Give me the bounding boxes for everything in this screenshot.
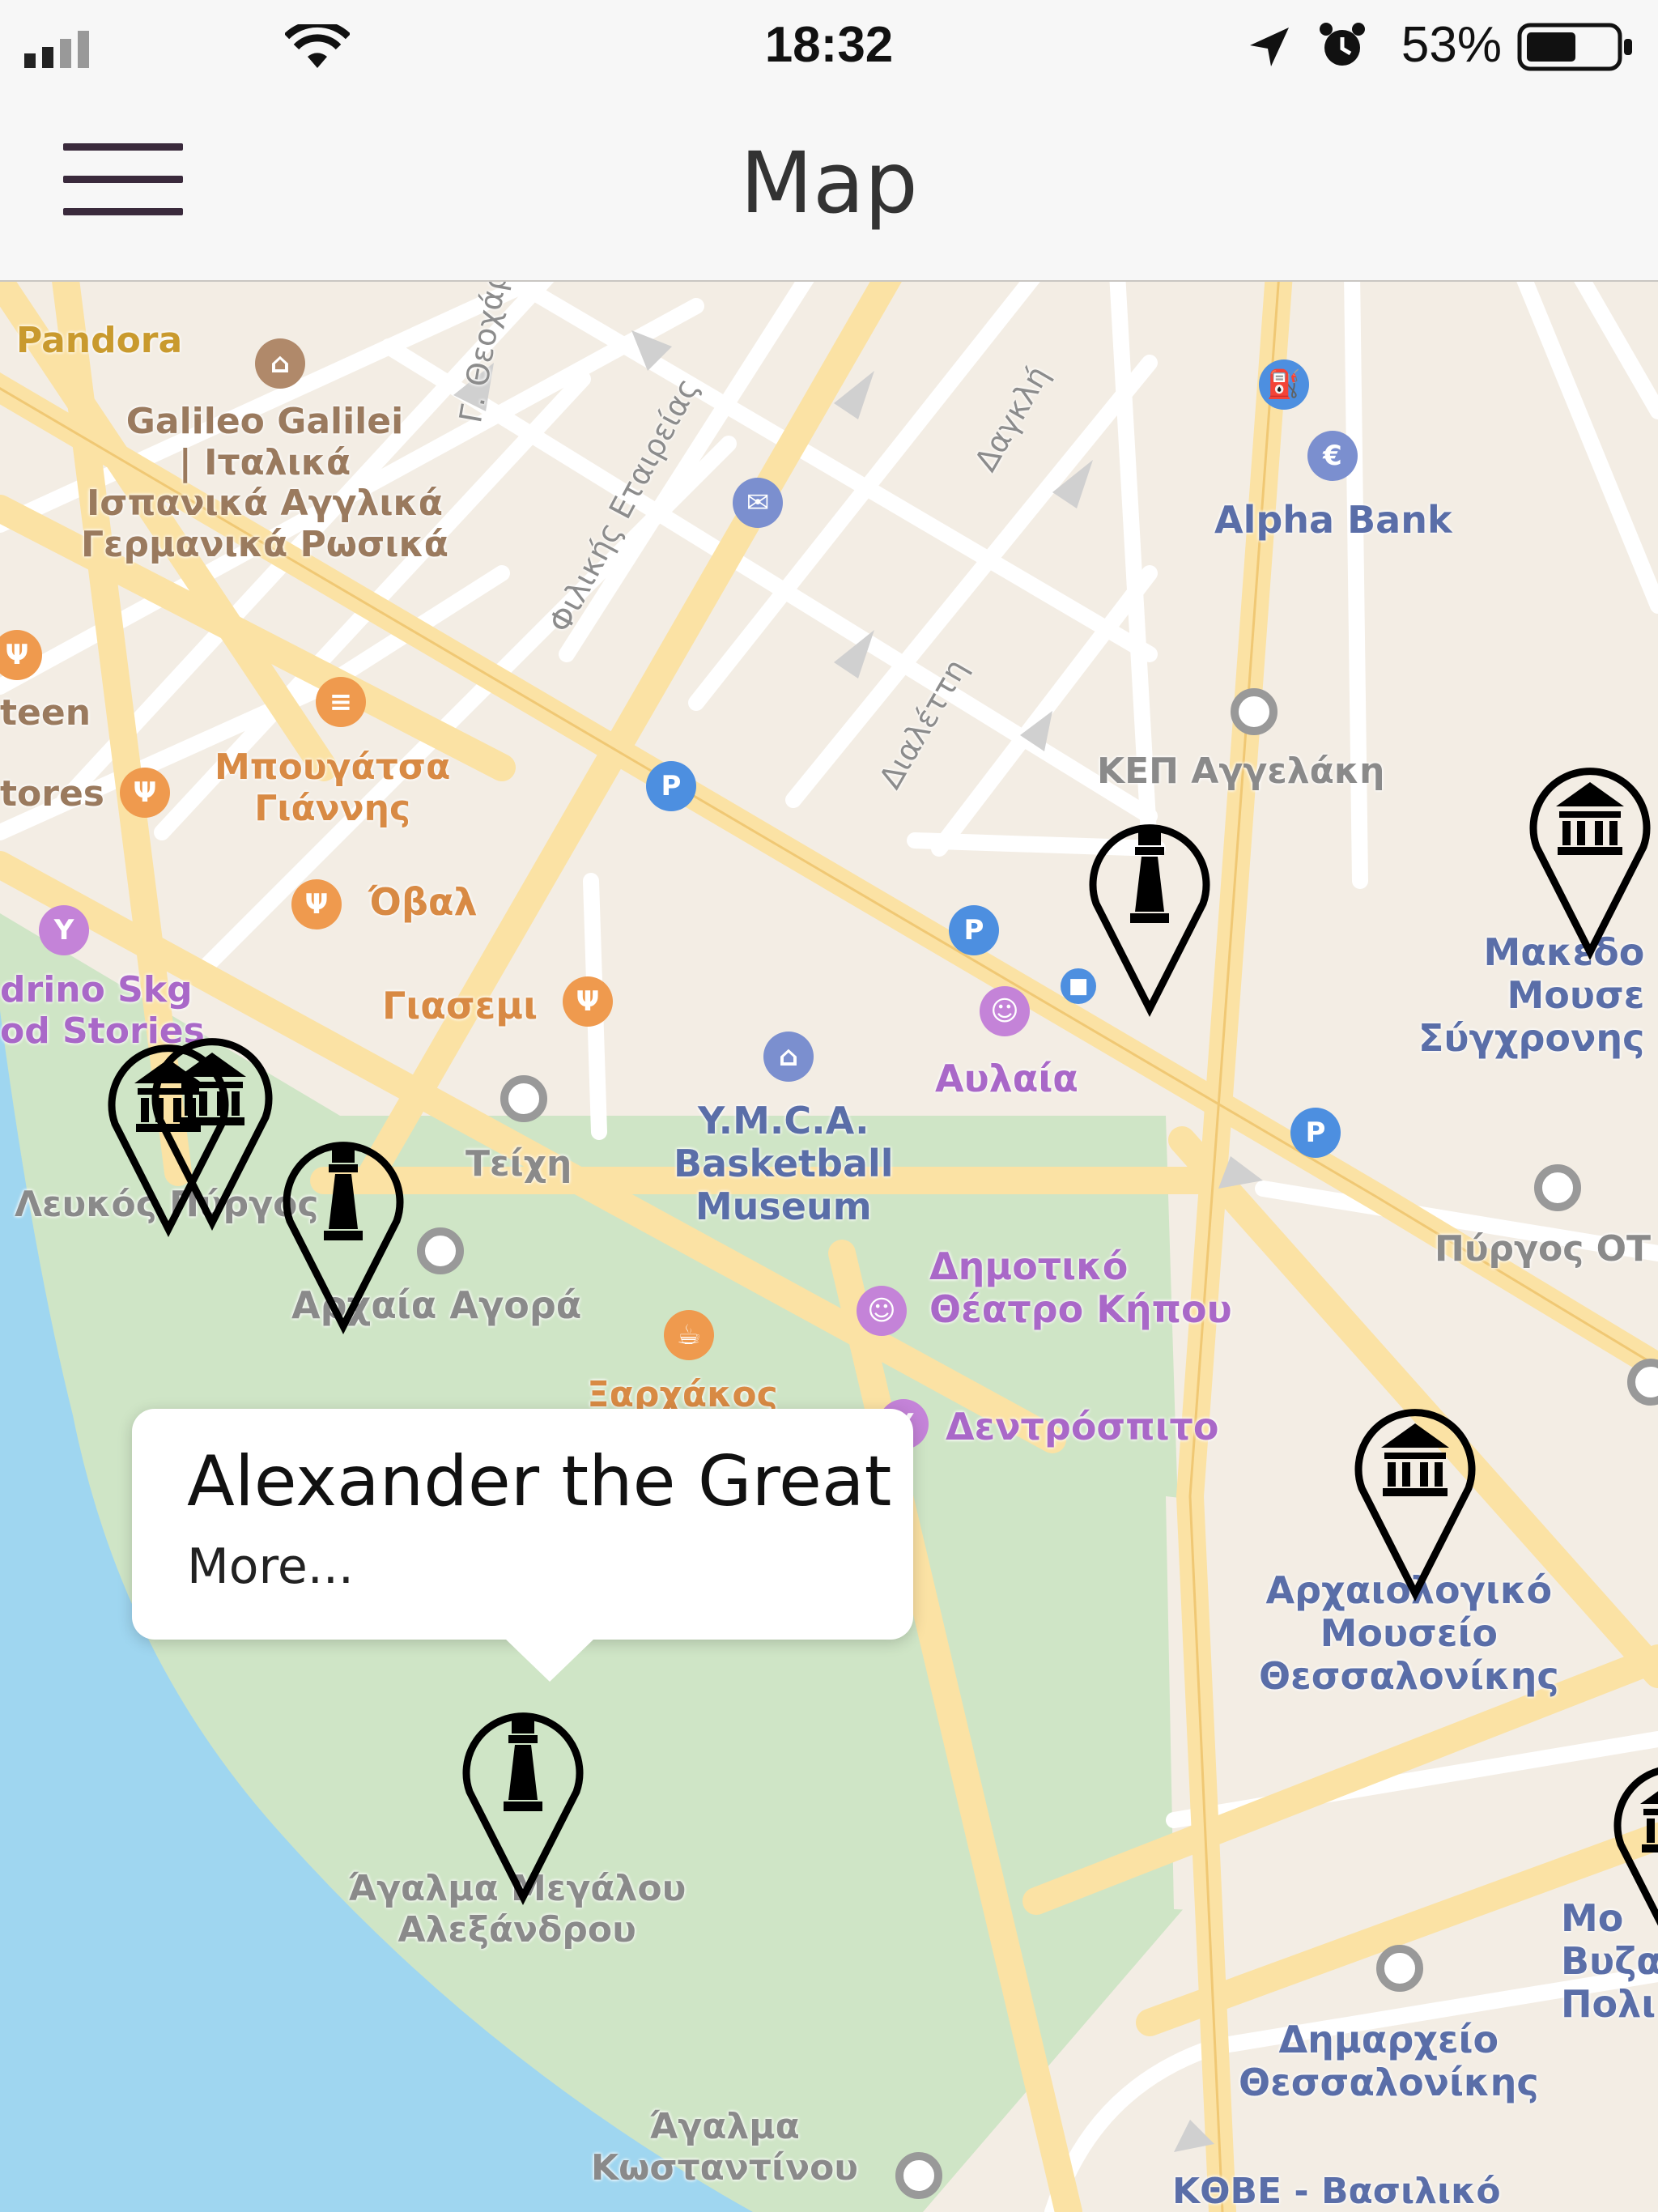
- map-label-kvbe: ΚΘΒΕ - Βασιλικό: [1172, 2171, 1501, 2212]
- battery-percentage: 53%: [1401, 17, 1502, 73]
- callout-title: Alexander the Great: [187, 1441, 892, 1522]
- map-view[interactable]: ⌂ ✉ ⛽ € Ψ ≡ Ψ P Ψ Y Ψ P ☺ ■ ⌂ P ☺ ☕ Y Pa…: [0, 282, 1658, 2212]
- parking-icon[interactable]: P: [646, 761, 696, 811]
- map-base: [0, 282, 1658, 2212]
- landmark-icon[interactable]: [895, 2152, 942, 2199]
- fastfood-icon[interactable]: ≡: [316, 677, 366, 727]
- map-label-giasemi: Γιασεμι: [382, 984, 538, 1027]
- museum-icon[interactable]: ⌂: [763, 1032, 814, 1082]
- landmark-icon[interactable]: [1231, 688, 1278, 735]
- map-label-bougatsa: Μπουγάτσα Γιάννης: [215, 747, 451, 829]
- museum-marker[interactable]: [1350, 1391, 1480, 1602]
- map-label-agalma-kostantinou: Άγαλμα Κωσταντίνου: [591, 2106, 859, 2189]
- callout-more-link[interactable]: More...: [187, 1538, 354, 1595]
- map-label-kep: ΚΕΠ Αγγελάκη: [1097, 751, 1385, 792]
- page-title: Map: [740, 134, 918, 232]
- map-label-alpha-bank: Alpha Bank: [1214, 498, 1452, 542]
- cafe-icon[interactable]: ☕: [664, 1310, 714, 1360]
- map-label-teichi: Τείχη: [466, 1143, 572, 1185]
- parking-icon[interactable]: P: [949, 905, 999, 955]
- bank-icon[interactable]: €: [1307, 431, 1358, 481]
- map-label-oval: Όβαλ: [368, 880, 478, 924]
- restaurant-icon[interactable]: Ψ: [563, 976, 613, 1027]
- landmark-icon[interactable]: [500, 1075, 547, 1122]
- fuel-icon[interactable]: ⛽: [1259, 359, 1309, 410]
- museum-marker[interactable]: [147, 1020, 277, 1231]
- map-label-stores: tores: [0, 773, 104, 815]
- statue-marker[interactable]: [278, 1124, 408, 1334]
- theatre-icon[interactable]: ☺: [980, 986, 1030, 1036]
- navigation-bar: Map: [0, 93, 1658, 282]
- museum-marker[interactable]: [1609, 1747, 1658, 1958]
- battery-icon: [1517, 23, 1632, 71]
- map-label-ymca: Y.M.C.A. Basketball Museum: [674, 1099, 894, 1228]
- mail-icon[interactable]: ✉: [733, 478, 783, 528]
- map-label-aulaia: Αυλαία: [935, 1057, 1078, 1100]
- landmark-icon[interactable]: [417, 1227, 464, 1274]
- map-label-galileo: Galileo Galilei | Ιταλικά Ισπανικά Αγγλι…: [81, 401, 449, 565]
- marker-callout[interactable]: Alexander the Great More...: [132, 1409, 913, 1682]
- map-label-dimarxeio: Δημαρχείο Θεσσαλονίκης: [1239, 2018, 1539, 2104]
- landmark-icon[interactable]: [1376, 1945, 1423, 1992]
- statue-marker[interactable]: [458, 1695, 588, 1905]
- museum-marker[interactable]: [1525, 750, 1655, 960]
- parking-icon[interactable]: P: [1290, 1108, 1341, 1158]
- map-label-pandora: Pandora: [16, 320, 183, 361]
- map-label-pyrgos-ote: Πύργος ΟΤ: [1435, 1228, 1652, 1270]
- landmark-icon[interactable]: [1534, 1164, 1581, 1211]
- alarm-icon: [1320, 23, 1365, 66]
- restaurant-icon[interactable]: Ψ: [291, 879, 342, 929]
- bar-icon[interactable]: Y: [39, 905, 89, 955]
- statue-marker[interactable]: [1085, 806, 1214, 1017]
- school-icon[interactable]: ⌂: [255, 338, 305, 389]
- theatre-icon[interactable]: ☺: [857, 1286, 907, 1336]
- location-arrow-icon: [1250, 28, 1289, 66]
- map-label-dimotiko: Δημοτικό Θέατρο Κήπου: [929, 1244, 1232, 1331]
- status-bar: 18:32 53%: [0, 0, 1658, 93]
- restaurant-icon[interactable]: Ψ: [120, 768, 170, 818]
- map-label-canteen: teen: [0, 692, 91, 734]
- map-label-dentrospito: Δεντρόσπιτο: [946, 1405, 1219, 1448]
